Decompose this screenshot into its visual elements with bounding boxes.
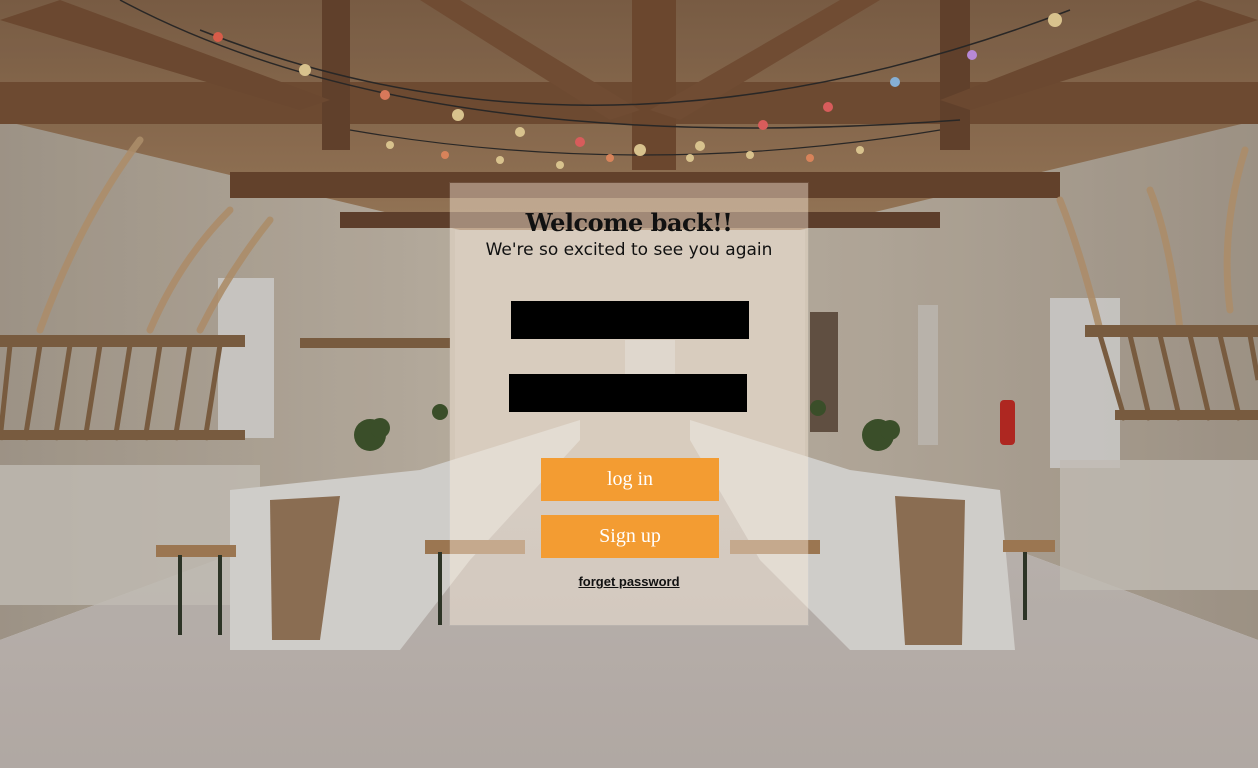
username-field[interactable]: [511, 301, 749, 339]
page-subtitle: We're so excited to see you again: [485, 240, 773, 260]
password-field[interactable]: [509, 374, 747, 412]
signup-button[interactable]: Sign up: [541, 515, 719, 558]
page-title: Welcome back!!: [525, 208, 733, 237]
forgot-password-link[interactable]: forget password: [0, 574, 1258, 589]
login-button[interactable]: log in: [541, 458, 719, 501]
